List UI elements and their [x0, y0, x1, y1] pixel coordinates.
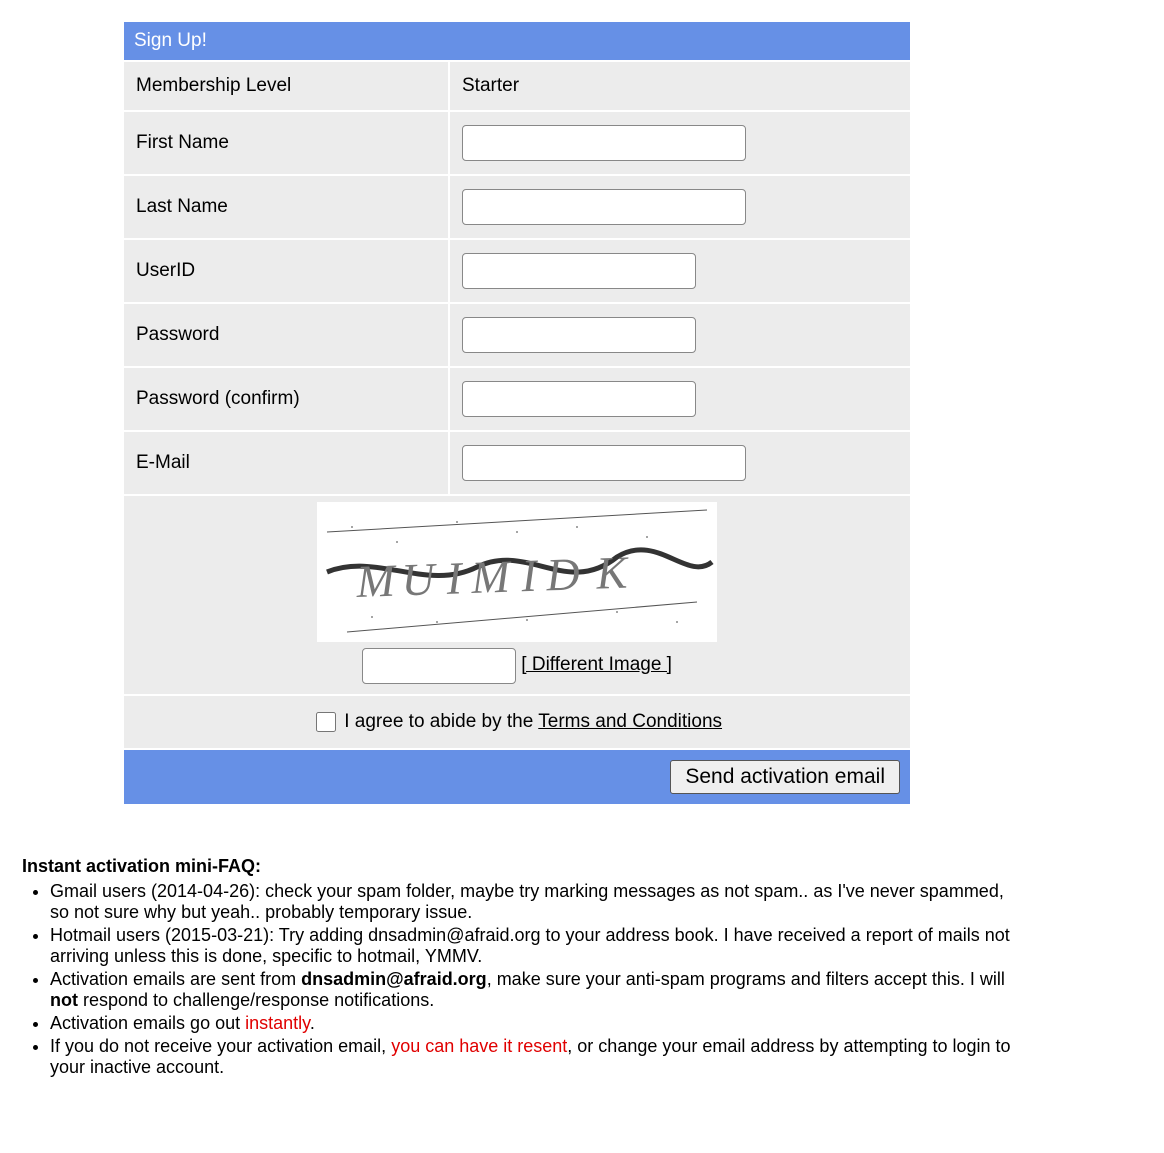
svg-text:M: M — [469, 551, 513, 603]
terms-link[interactable]: Terms and Conditions — [538, 711, 722, 732]
faq-item-from: Activation emails are sent from dnsadmin… — [50, 969, 1022, 1011]
svg-text:M: M — [355, 555, 399, 607]
captcha-input[interactable] — [362, 648, 516, 684]
password-input[interactable] — [462, 317, 696, 353]
userid-input[interactable] — [462, 253, 696, 289]
email-label: E-Mail — [124, 432, 448, 494]
faq-item-hotmail: Hotmail users (2015-03-21): Try adding d… — [50, 925, 1022, 967]
userid-label: UserID — [124, 240, 448, 302]
send-activation-button[interactable]: Send activation email — [670, 760, 900, 794]
password-confirm-label: Password (confirm) — [124, 368, 448, 430]
last-name-label: Last Name — [124, 176, 448, 238]
membership-value: Starter — [450, 62, 910, 110]
svg-text:K: K — [594, 546, 630, 598]
password-confirm-input[interactable] — [462, 381, 696, 417]
membership-label: Membership Level — [124, 62, 448, 110]
password-label: Password — [124, 304, 448, 366]
signup-header: Sign Up! — [124, 22, 910, 60]
first-name-label: First Name — [124, 112, 448, 174]
svg-text:U: U — [401, 553, 439, 605]
last-name-input[interactable] — [462, 189, 746, 225]
faq-item-gmail: Gmail users (2014-04-26): check your spa… — [50, 881, 1022, 923]
faq-item-instant: Activation emails go out instantly. — [50, 1013, 1022, 1034]
faq-heading: Instant activation mini-FAQ: — [22, 856, 261, 876]
agree-text: I agree to abide by the — [344, 711, 538, 732]
svg-text:D: D — [544, 548, 580, 600]
different-image-link[interactable]: [ Different Image ] — [521, 654, 672, 675]
captcha-image: M U I M I D K — [317, 502, 717, 642]
first-name-input[interactable] — [462, 125, 746, 161]
email-input[interactable] — [462, 445, 746, 481]
agree-checkbox[interactable] — [316, 712, 336, 732]
faq-item-resend: If you do not receive your activation em… — [50, 1036, 1022, 1078]
